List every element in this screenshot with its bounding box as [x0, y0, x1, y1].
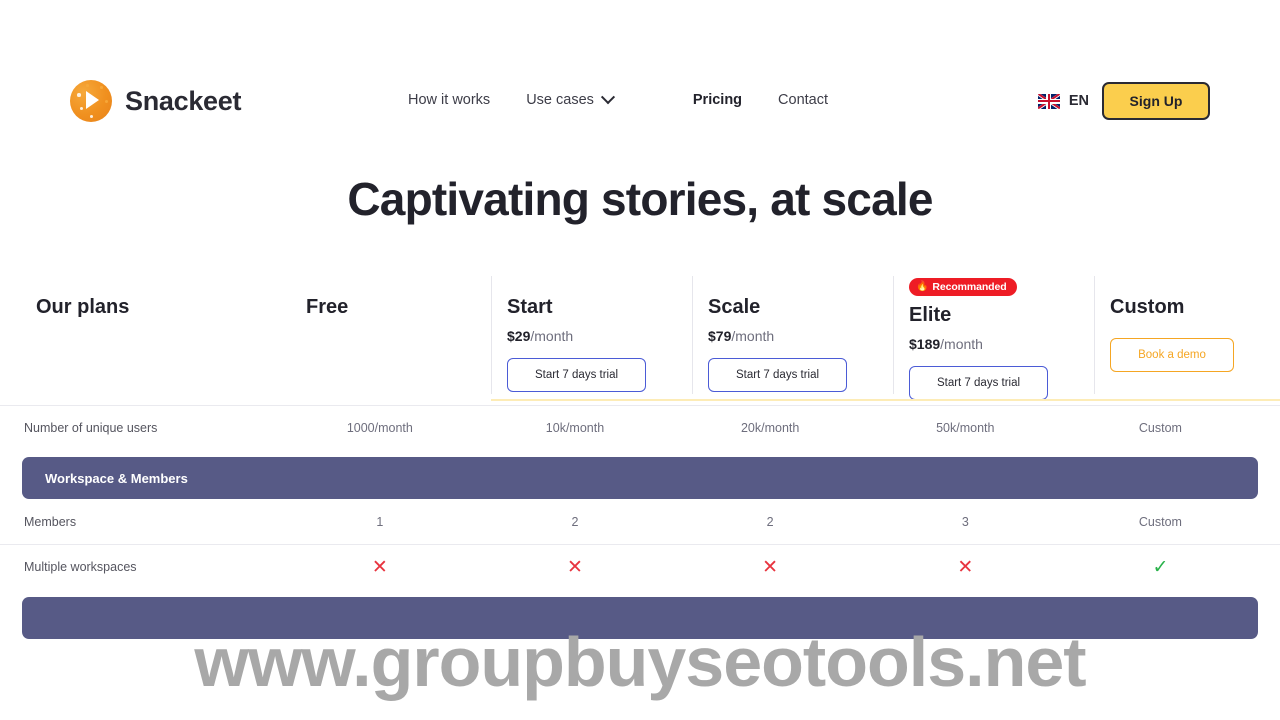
table-row: Members 1 2 2 3 Custom — [0, 499, 1280, 544]
plan-price-start: $29/month — [507, 328, 692, 344]
plan-price-elite: $189/month — [909, 336, 1094, 352]
plan-name-start: Start — [507, 296, 553, 318]
plan-price-scale: $79/month — [708, 328, 893, 344]
cross-icon: ✕ — [567, 556, 583, 578]
plan-price-period-start: /month — [530, 328, 574, 344]
feature-value-members-free: 1 — [376, 514, 384, 529]
plans-label-column: Our plans — [22, 268, 290, 405]
our-plans-heading: Our plans — [36, 296, 130, 318]
plan-cta-elite[interactable]: Start 7 days trial — [909, 366, 1048, 400]
feature-value-multiple-workspaces-scale: ✕ — [673, 558, 868, 577]
plan-price-amount-scale: $79 — [708, 328, 732, 344]
main-nav: How it works Use cases Pricing Contact — [408, 90, 828, 108]
plan-cta-start[interactable]: Start 7 days trial — [507, 358, 646, 392]
feature-label-unique-users: Number of unique users — [24, 421, 158, 435]
plan-name-custom: Custom — [1110, 296, 1185, 318]
feature-value-members-elite: 3 — [961, 514, 969, 529]
plan-column-elite: 🔥 Recommanded Elite $189/month Start 7 d… — [893, 268, 1094, 405]
plan-cta-custom[interactable]: Book a demo — [1110, 338, 1234, 372]
plan-price-amount-elite: $189 — [909, 336, 941, 352]
pricing-table: Our plans Free Start $29/month Start 7 d… — [0, 268, 1280, 639]
feature-value-multiple-workspaces-free: ✕ — [282, 558, 477, 577]
language-selector[interactable]: EN — [1037, 93, 1089, 109]
plan-column-free: Free — [290, 268, 491, 405]
brand-logo[interactable]: Snackeet — [70, 80, 241, 122]
table-row: Number of unique users 1000/month 10k/mo… — [0, 405, 1280, 450]
feature-label-multiple-workspaces: Multiple workspaces — [24, 560, 137, 574]
feature-value-unique-users-scale: 20k/month — [740, 421, 800, 435]
page-title: Captivating stories, at scale — [347, 173, 933, 225]
plan-column-custom: Custom Book a demo — [1094, 268, 1280, 405]
plan-name-scale: Scale — [708, 296, 761, 318]
plans-header-row: Our plans Free Start $29/month Start 7 d… — [0, 268, 1280, 405]
feature-value-unique-users-custom: Custom — [1138, 421, 1182, 435]
plan-name-free: Free — [306, 296, 349, 318]
nav-item-pricing[interactable]: Pricing — [693, 92, 742, 108]
plan-name-elite: Elite — [909, 304, 952, 326]
cross-icon: ✕ — [957, 556, 974, 578]
nav-item-how-it-works[interactable]: How it works — [408, 92, 490, 108]
section-header-workspace-members: Workspace & Members — [22, 457, 1258, 499]
feature-value-unique-users-free: 1000/month — [346, 421, 413, 435]
plan-column-start: Start $29/month Start 7 days trial — [491, 268, 692, 405]
feature-value-members-scale: 2 — [766, 514, 774, 529]
nav-item-use-cases[interactable]: Use cases — [526, 90, 615, 108]
nav-item-contact[interactable]: Contact — [778, 92, 828, 108]
brand-name: Snackeet — [125, 85, 242, 116]
chevron-down-icon — [600, 90, 615, 105]
plan-price-period-elite: /month — [940, 336, 983, 352]
site-header: Snackeet How it works Use cases Pricing … — [0, 0, 1280, 145]
recommended-badge: 🔥 Recommanded — [909, 278, 1017, 296]
feature-value-unique-users-elite: 50k/month — [936, 421, 995, 435]
cross-icon: ✕ — [371, 556, 388, 578]
uk-flag-icon — [1037, 93, 1060, 109]
feature-value-multiple-workspaces-elite: ✕ — [868, 558, 1063, 577]
feature-value-members-start: 2 — [571, 514, 579, 529]
section-header-next — [22, 597, 1258, 639]
feature-value-multiple-workspaces-start: ✕ — [477, 558, 672, 577]
pricing-page: Snackeet How it works Use cases Pricing … — [0, 0, 1280, 720]
snackeet-logo-icon — [70, 80, 112, 122]
feature-value-unique-users-start: 10k/month — [545, 421, 605, 435]
plan-cta-scale[interactable]: Start 7 days trial — [708, 358, 847, 392]
check-icon: ✓ — [1152, 556, 1169, 578]
flame-icon: 🔥 — [916, 281, 929, 292]
sign-up-button[interactable]: Sign Up — [1102, 82, 1210, 120]
feature-value-multiple-workspaces-custom: ✓ — [1063, 558, 1258, 577]
plan-column-scale: Scale $79/month Start 7 days trial — [692, 268, 893, 405]
plan-price-amount-start: $29 — [507, 328, 531, 344]
feature-label-members: Members — [24, 514, 77, 529]
header-actions: EN Sign Up — [1037, 82, 1210, 120]
recommended-badge-label: Recommanded — [932, 281, 1007, 293]
feature-value-members-custom: Custom — [1138, 514, 1182, 529]
cross-icon: ✕ — [762, 556, 779, 578]
table-row: Multiple workspaces ✕ ✕ ✕ ✕ ✓ — [0, 544, 1280, 589]
plan-price-period-scale: /month — [731, 328, 775, 344]
language-label: EN — [1068, 93, 1089, 109]
nav-item-use-cases-label: Use cases — [526, 92, 594, 108]
